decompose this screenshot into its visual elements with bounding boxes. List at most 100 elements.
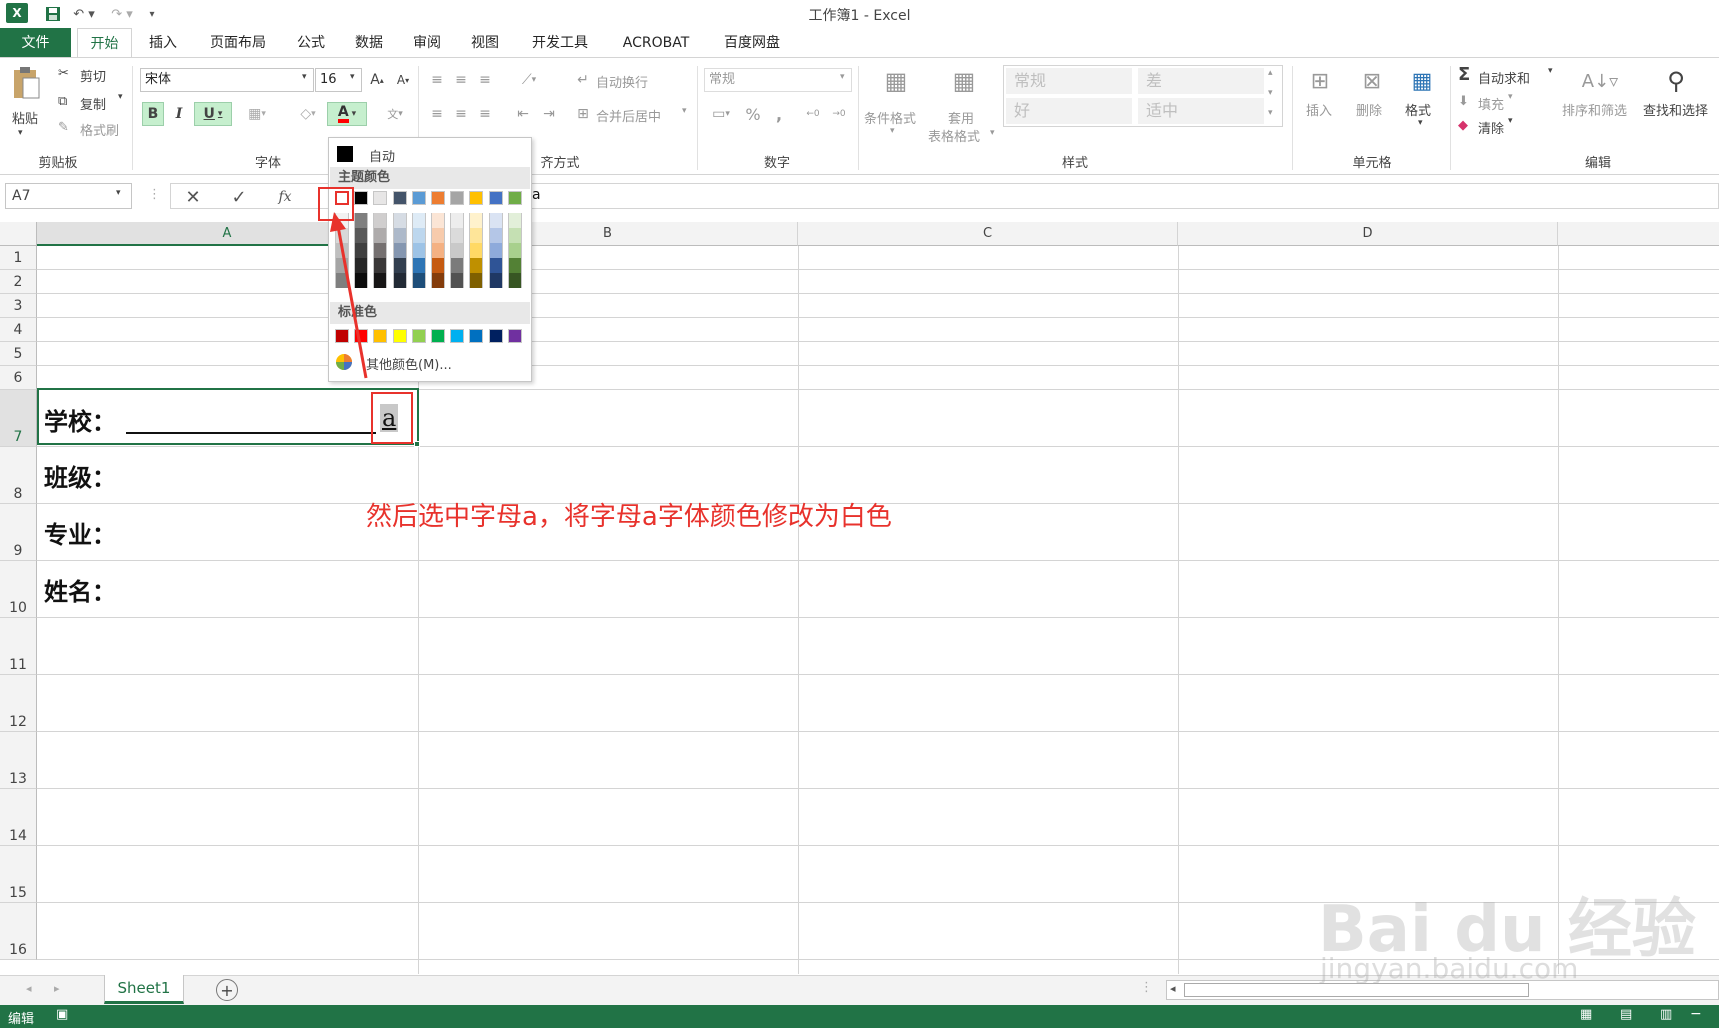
clear-dropdown-icon[interactable]: ▾ [1508,116,1513,126]
enter-entry-icon[interactable]: ✓ [226,185,252,209]
theme-shade-swatch[interactable] [411,228,426,243]
scroll-sheets-right-icon[interactable]: ▸ [54,982,60,995]
row-header-13[interactable]: 13 [0,732,37,789]
theme-shade-swatch[interactable] [450,213,465,228]
font-name-dropdown-icon[interactable]: ▾ [302,72,307,82]
find-select-icon[interactable]: ⚲ [1656,64,1696,98]
find-select-button[interactable]: 查找和选择 [1643,100,1708,119]
new-sheet-icon[interactable]: + [216,979,238,1001]
align-middle-icon[interactable]: ≡ [450,68,472,92]
standard-color-swatch[interactable] [488,329,503,343]
tab-split-handle-icon[interactable]: ⋮ [1140,980,1153,995]
normal-view-icon[interactable]: ▦ [1580,1007,1592,1022]
tab-formulas[interactable]: 公式 [288,28,334,58]
number-format-dropdown-icon[interactable]: ▾ [840,72,845,82]
phonetic-icon[interactable]: 文 ▾ [378,102,412,126]
clear-icon[interactable]: ◆ [1458,118,1468,133]
theme-shade-swatch[interactable] [431,258,445,273]
theme-shade-swatch[interactable] [469,258,484,273]
align-center-icon[interactable]: ≡ [450,102,472,126]
align-right-icon[interactable]: ≡ [474,102,496,126]
scroll-sheets-left-icon[interactable]: ◂ [26,982,32,995]
tab-data[interactable]: 数据 [346,28,392,58]
row-header-12[interactable]: 12 [0,675,37,732]
decrease-decimal-icon[interactable]: →0 [828,102,850,126]
decrease-font-icon[interactable]: A ▾ [392,68,414,92]
number-format-box[interactable]: 常规 [704,68,852,92]
style-bad[interactable]: 差 [1138,68,1264,94]
row-header-14[interactable]: 14 [0,789,37,846]
underline-button[interactable]: U ▾ [194,102,232,126]
theme-shade-swatch[interactable] [488,243,503,258]
fill-dropdown-icon[interactable]: ▾ [1508,92,1513,102]
column-header-next[interactable] [1558,222,1719,246]
paste-icon[interactable] [8,64,44,104]
horizontal-scroll-thumb[interactable] [1184,983,1529,997]
style-normal[interactable]: 常规 [1006,68,1132,94]
theme-shade-swatch[interactable] [411,213,426,228]
theme-shade-swatch[interactable] [431,273,445,288]
wrap-text-icon[interactable]: ↵ [572,68,594,92]
theme-color-swatch[interactable] [373,191,388,205]
scroll-left-icon[interactable]: ◂ [1170,982,1176,995]
theme-shade-swatch[interactable] [488,273,503,288]
row-header-9[interactable]: 9 [0,504,37,561]
increase-font-icon[interactable]: A ▴ [366,68,388,92]
increase-decimal-icon[interactable]: ←0 [802,102,824,126]
conditional-format-button[interactable]: 条件格式 [864,108,916,127]
copy-dropdown-icon[interactable]: ▾ [118,92,123,102]
sort-filter-icon[interactable]: A↓▿ [1580,64,1620,98]
align-left-icon[interactable]: ≡ [426,102,448,126]
theme-shade-swatch[interactable] [469,243,484,258]
theme-color-swatch[interactable] [411,191,426,205]
increase-indent-icon[interactable]: ⇥ [538,102,560,126]
theme-shade-swatch[interactable] [488,213,503,228]
column-header-d[interactable]: D [1178,222,1558,246]
align-bottom-icon[interactable]: ≡ [474,68,496,92]
tab-view[interactable]: 视图 [462,28,508,58]
merge-center-icon[interactable]: ⊞ [572,102,594,126]
standard-color-swatch[interactable] [469,329,484,343]
cut-button[interactable]: 剪切 [80,66,106,85]
format-as-table-top[interactable]: 套用 [948,108,974,127]
font-color-button[interactable]: A ▾ [327,102,367,126]
macro-record-icon[interactable]: ▣ [56,1007,68,1022]
theme-shade-swatch[interactable] [411,243,426,258]
theme-shade-swatch[interactable] [507,273,522,288]
row-header-1[interactable]: 1 [0,246,37,270]
tab-baidu-netdisk[interactable]: 百度网盘 [712,28,792,58]
decrease-indent-icon[interactable]: ⇤ [512,102,534,126]
insert-cells-icon[interactable]: ⊞ [1300,64,1340,98]
column-header-c[interactable]: C [798,222,1178,246]
merge-center-button[interactable]: 合并后居中 [596,106,661,125]
theme-shade-swatch[interactable] [411,273,426,288]
style-neutral[interactable]: 适中 [1138,98,1264,124]
theme-shade-swatch[interactable] [431,243,445,258]
theme-shade-swatch[interactable] [450,273,465,288]
tab-review[interactable]: 审阅 [404,28,450,58]
theme-shade-swatch[interactable] [392,243,407,258]
theme-shade-swatch[interactable] [450,228,465,243]
table-dropdown-icon[interactable]: ▾ [990,128,995,138]
theme-shade-swatch[interactable] [507,228,522,243]
format-cells-button[interactable]: 格式 [1405,100,1431,119]
style-good[interactable]: 好 [1006,98,1132,124]
clear-button[interactable]: 清除 [1478,118,1504,137]
formula-content[interactable]: a [532,187,541,203]
theme-shade-swatch[interactable] [431,228,445,243]
row-header-16[interactable]: 16 [0,903,37,960]
worksheet-grid[interactable]: A B C D 1 2 3 4 5 6 7 8 9 10 11 12 13 14 15 16 学校： a 班级… [0,222,1719,974]
theme-shade-swatch[interactable] [469,228,484,243]
bold-button[interactable]: B [142,102,164,126]
theme-shade-swatch[interactable] [507,213,522,228]
gallery-down-icon[interactable]: ▾ [1268,88,1273,98]
theme-color-swatch[interactable] [450,191,465,205]
format-as-table-icon[interactable]: ▦ [944,64,984,98]
auto-color-swatch[interactable] [337,146,353,162]
autosum-icon[interactable]: Σ [1458,64,1470,85]
row-header-5[interactable]: 5 [0,342,37,366]
format-cells-dropdown-icon[interactable]: ▾ [1418,118,1423,128]
copy-icon[interactable]: ⧉ [58,94,67,109]
format-cells-icon[interactable]: ▦ [1402,64,1442,98]
gallery-up-icon[interactable]: ▴ [1268,68,1273,78]
